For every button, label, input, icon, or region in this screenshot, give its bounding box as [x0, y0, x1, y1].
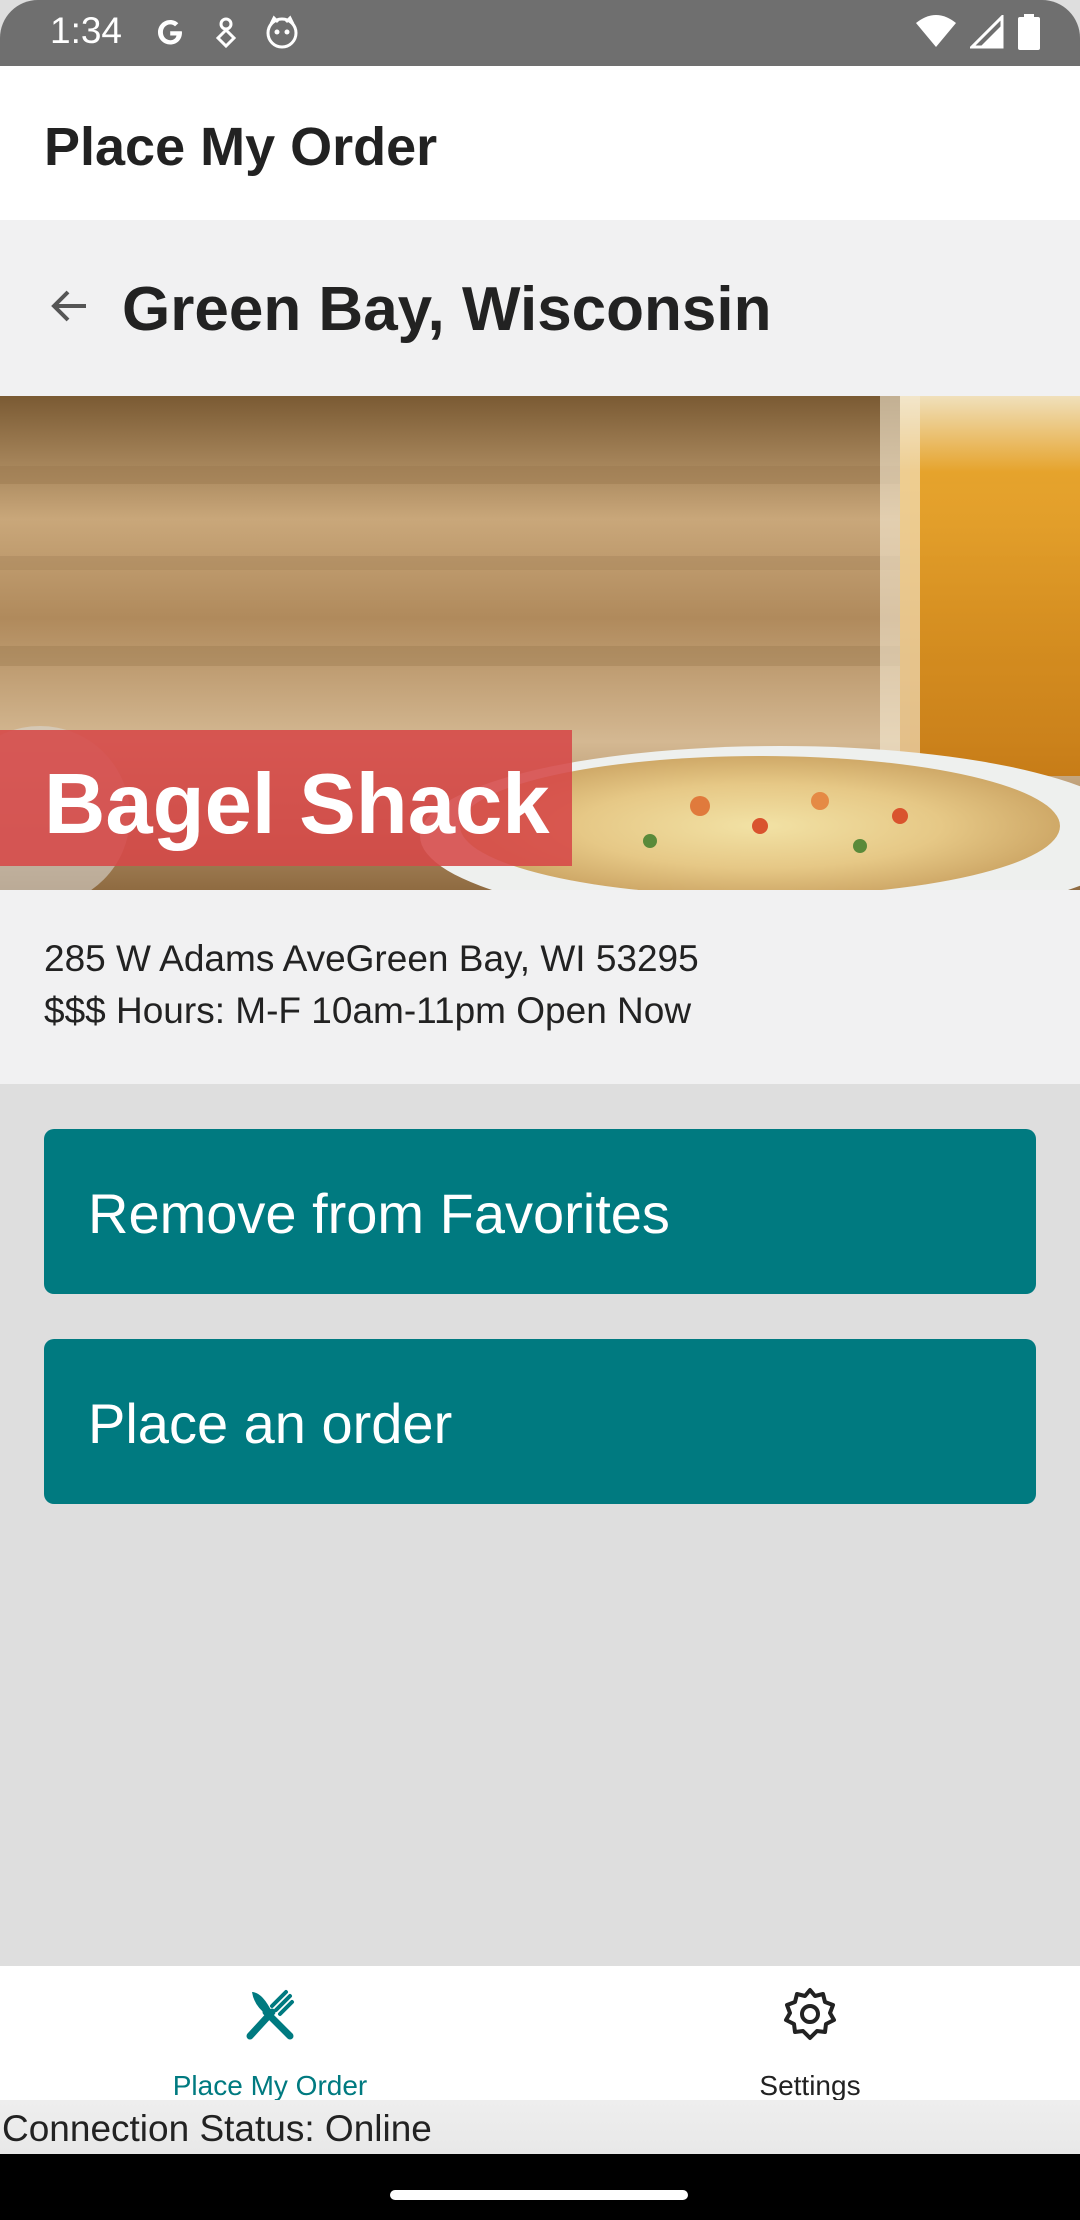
pin-icon: [215, 17, 237, 48]
location-title: Green Bay, Wisconsin: [122, 275, 772, 344]
wifi-icon: [916, 15, 956, 47]
restaurant-details: 285 W Adams AveGreen Bay, WI 53295 $$$ H…: [0, 890, 1080, 1084]
nav-item-settings[interactable]: Settings: [540, 1966, 1080, 2101]
restaurant-name: Bagel Shack: [44, 757, 550, 852]
fork-knife-icon: [246, 1990, 294, 2040]
gear-icon: [784, 1988, 836, 2040]
signal-icon: [970, 15, 1004, 49]
restaurant-name-banner: Bagel Shack: [0, 730, 572, 866]
connection-status-text: Connection Status: Online: [2, 2108, 432, 2149]
connection-status-bar: Connection Status: Online: [0, 2100, 1080, 2154]
app-title: Place My Order: [44, 117, 438, 177]
battery-icon: [1018, 14, 1040, 50]
nav-item-place-my-order[interactable]: Place My Order: [0, 1966, 540, 2101]
home-gesture-handle[interactable]: [390, 2190, 688, 2200]
bottom-navigation: Place My Order Settings: [0, 1966, 1080, 2101]
nav-label-place-my-order: Place My Order: [172, 2070, 368, 2101]
remove-from-favorites-button[interactable]: Remove from Favorites: [44, 1129, 1036, 1294]
google-icon: [158, 20, 182, 45]
status-right-icons: [916, 14, 1040, 50]
nav-label-settings: Settings: [759, 2070, 861, 2101]
arrow-left-icon[interactable]: [46, 282, 94, 330]
cat-face-icon: [266, 15, 298, 49]
restaurant-hours: $$$ Hours: M-F 10am-11pm Open Now: [44, 990, 692, 1031]
restaurant-hero-image: Bagel Shack: [0, 396, 1080, 890]
place-an-order-label: Place an order: [88, 1392, 453, 1455]
place-an-order-button[interactable]: Place an order: [44, 1339, 1036, 1504]
restaurant-address: 285 W Adams AveGreen Bay, WI 53295: [44, 938, 699, 979]
status-left-icons: [152, 14, 300, 50]
app-bar: Place My Order: [0, 66, 1080, 220]
remove-from-favorites-label: Remove from Favorites: [88, 1182, 670, 1245]
gesture-navigation-bar: [0, 2154, 1080, 2220]
status-bar: 1:34: [0, 0, 1080, 66]
status-time: 1:34: [50, 10, 123, 51]
location-header: Green Bay, Wisconsin: [0, 220, 1080, 396]
